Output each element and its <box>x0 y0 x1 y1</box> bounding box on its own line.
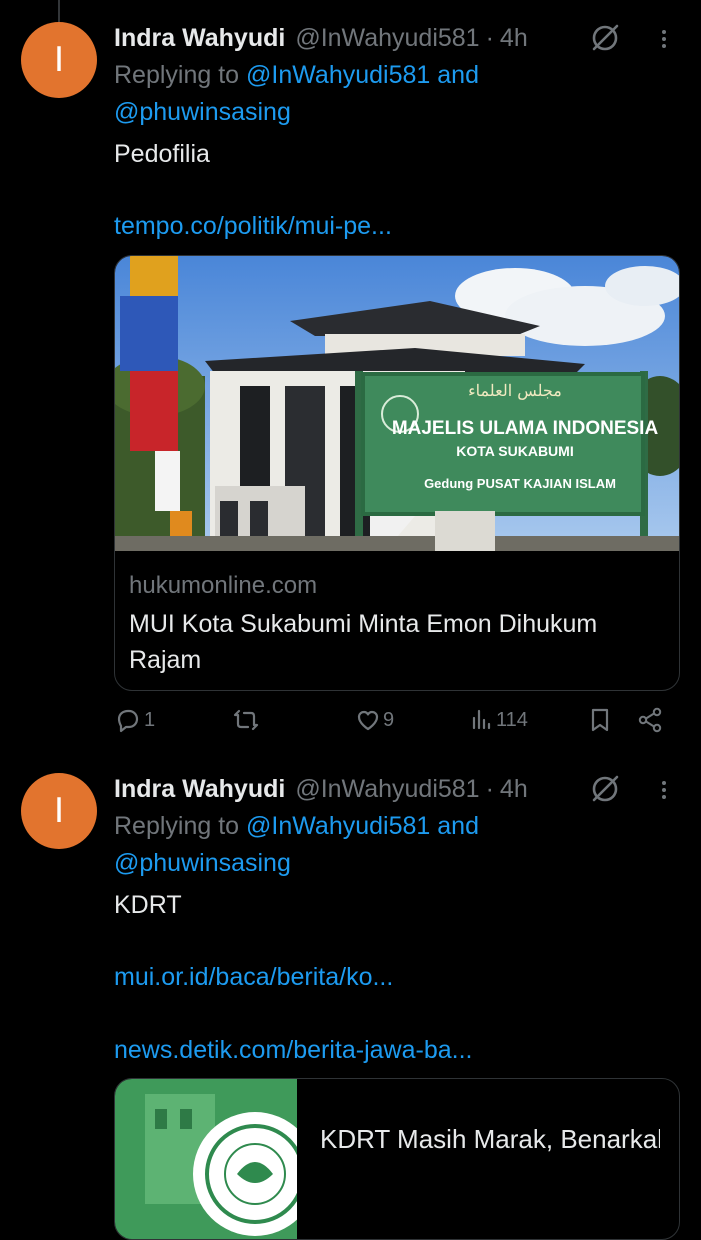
avatar-letter: I <box>53 40 65 80</box>
tweet-header: Indra Wahyudi @InWahyudi581 · 4h <box>114 771 528 807</box>
avatar-letter: I <box>53 791 65 831</box>
replying-prefix: Replying to <box>114 812 240 840</box>
share-icon <box>638 707 662 733</box>
reply-button[interactable]: 1 <box>114 706 155 734</box>
replying-and: and <box>437 812 479 840</box>
tweet-text: KDRT <box>114 891 182 919</box>
more-icon[interactable] <box>660 27 668 51</box>
sign-line2: KOTA SUKABUMI <box>456 443 573 459</box>
views-button[interactable]: 114 <box>468 706 528 734</box>
author-handle[interactable]: @InWahyudi581 <box>295 24 479 53</box>
timestamp[interactable]: 4h <box>500 24 528 53</box>
card-image: مجلس العلماء MAJELIS ULAMA INDONESIA KOT… <box>115 256 679 551</box>
link-card[interactable]: مجلس العلماء MAJELIS ULAMA INDONESIA KOT… <box>114 255 680 691</box>
avatar[interactable]: I <box>21 773 97 849</box>
reply-icon <box>117 709 139 733</box>
reply-count: 1 <box>144 708 156 731</box>
card-domain: hukumonline.com <box>129 572 318 599</box>
share-button[interactable] <box>636 706 664 734</box>
author-name[interactable]: Indra Wahyudi <box>114 24 285 53</box>
grok-icon[interactable] <box>590 23 620 53</box>
mention-link[interactable]: @phuwinsasing <box>114 98 291 126</box>
sign-arabic: مجلس العلماء <box>468 381 562 400</box>
separator-dot: · <box>485 774 494 803</box>
more-icon[interactable] <box>660 778 668 802</box>
timestamp[interactable]: 4h <box>500 775 528 804</box>
tweet-header: Indra Wahyudi @InWahyudi581 · 4h <box>114 20 528 56</box>
tweet-actions: 1 9 114 <box>114 706 674 744</box>
tweet-link[interactable]: tempo.co/politik/mui-pe... <box>114 212 392 241</box>
like-button[interactable]: 9 <box>354 706 394 734</box>
views-count: 114 <box>496 708 528 731</box>
like-icon <box>357 710 379 731</box>
link-card[interactable]: KDRT Masih Marak, Benarkah Islam Bolehka… <box>114 1078 680 1240</box>
author-handle[interactable]: @InWahyudi581 <box>295 775 479 804</box>
sign-line3: Gedung PUSAT KAJIAN ISLAM <box>424 476 616 491</box>
repost-button[interactable] <box>232 706 260 734</box>
grok-icon[interactable] <box>590 774 620 804</box>
tweet-text: Pedofilia <box>114 140 210 168</box>
mention-link[interactable]: @phuwinsasing <box>114 849 291 877</box>
separator-dot: · <box>485 23 494 52</box>
replying-prefix: Replying to <box>114 61 240 89</box>
tweet-link[interactable]: news.detik.com/berita-jawa-ba... <box>114 1036 472 1065</box>
mention-link[interactable]: @InWahyudi581 <box>246 812 430 840</box>
bookmark-button[interactable] <box>586 706 614 734</box>
like-count: 9 <box>383 708 395 731</box>
replying-to: Replying to @InWahyudi581 and @phuwinsas… <box>114 57 674 131</box>
bookmark-icon <box>591 708 609 732</box>
repost-icon <box>233 709 259 731</box>
card-image <box>115 1079 297 1239</box>
card-title: MUI Kota Sukabumi Minta Emon Dihukum Raj… <box>129 610 598 674</box>
sign-line1: MAJELIS ULAMA INDONESIA <box>392 418 659 439</box>
replying-and: and <box>437 61 479 89</box>
views-icon <box>472 709 491 730</box>
avatar[interactable]: I <box>21 22 97 98</box>
author-name[interactable]: Indra Wahyudi <box>114 775 285 804</box>
mention-link[interactable]: @InWahyudi581 <box>246 61 430 89</box>
card-title: KDRT Masih Marak, Benarkah Islam Bolehka… <box>320 1124 660 1154</box>
tweet-link[interactable]: mui.or.id/baca/berita/ko... <box>114 963 393 992</box>
replying-to: Replying to @InWahyudi581 and @phuwinsas… <box>114 808 674 882</box>
